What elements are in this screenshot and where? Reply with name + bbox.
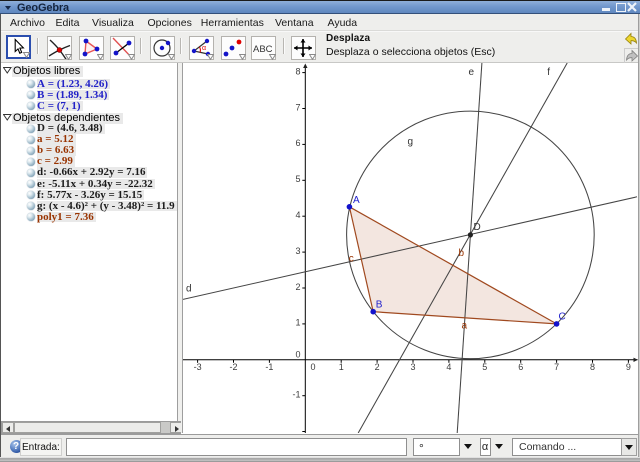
svg-text:2: 2 (295, 282, 300, 292)
svg-text:2: 2 (375, 362, 380, 372)
svg-text:7: 7 (554, 362, 559, 372)
svg-text:-3: -3 (194, 362, 202, 372)
svg-text:1: 1 (339, 362, 344, 372)
svg-text:0: 0 (311, 362, 316, 372)
svg-text:f: f (547, 67, 550, 78)
svg-text:-1: -1 (292, 390, 300, 400)
svg-text:9: 9 (626, 362, 631, 372)
svg-text:5: 5 (482, 362, 487, 372)
svg-text:8: 8 (590, 362, 595, 372)
svg-text:3: 3 (295, 246, 300, 256)
svg-text:C: C (559, 312, 566, 323)
svg-text:4: 4 (295, 210, 300, 220)
svg-text:3: 3 (410, 362, 415, 372)
svg-text:-1: -1 (265, 362, 273, 372)
svg-text:8: 8 (295, 66, 300, 76)
svg-text:5: 5 (295, 174, 300, 184)
svg-text:0: 0 (295, 350, 300, 360)
svg-text:c: c (349, 254, 354, 265)
svg-text:D: D (474, 222, 481, 233)
svg-text:g: g (408, 137, 414, 148)
svg-text:a: a (462, 321, 468, 332)
svg-text:e: e (469, 67, 475, 78)
svg-text:b: b (459, 248, 465, 259)
svg-text:4: 4 (446, 362, 451, 372)
svg-text:6: 6 (295, 138, 300, 148)
svg-text:-2: -2 (229, 362, 237, 372)
svg-text:A: A (353, 195, 360, 206)
svg-text:d: d (186, 284, 192, 295)
svg-text:6: 6 (518, 362, 523, 372)
svg-text:1: 1 (295, 318, 300, 328)
svg-text:B: B (376, 300, 383, 311)
svg-text:7: 7 (295, 102, 300, 112)
svg-text:α: α (202, 45, 206, 52)
